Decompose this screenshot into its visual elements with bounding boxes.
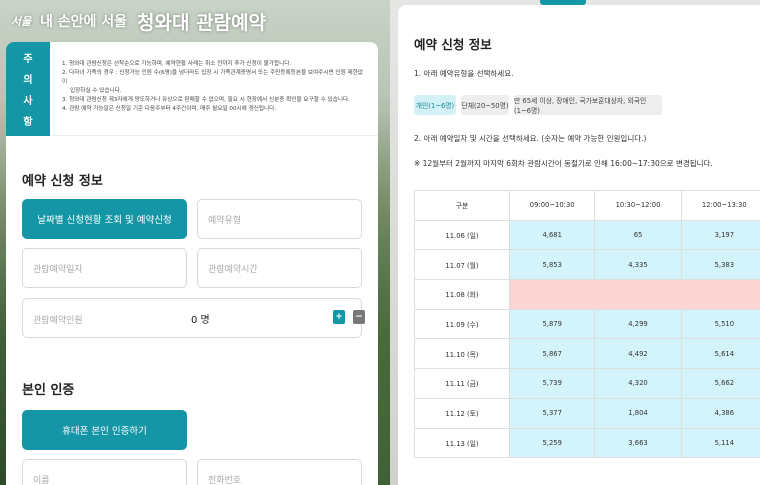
phone-number-field[interactable]: 전화번호: [197, 459, 362, 485]
schedule-lookup-button[interactable]: 날짜별 신청현황 조회 및 예약신청: [22, 199, 187, 239]
notice-item: 입장하실 수 있습니다.: [70, 87, 122, 94]
winter-notice: ※ 12월부터 2월까지 마지막 6회차 관람시간이 동절기로 인해 16:00…: [414, 159, 713, 168]
visit-time-field[interactable]: 관람예약시간: [197, 248, 362, 288]
availability-title: 예약 신청 정보: [414, 37, 492, 52]
decrease-count-button[interactable]: −: [353, 310, 365, 324]
type-individual-button[interactable]: 개인(1~6명): [414, 95, 456, 115]
notice-tab-char: 의: [23, 75, 33, 86]
step1-instruction: 1. 아래 예약유형을 선택하세요.: [414, 69, 514, 78]
availability-cell[interactable]: 65: [594, 219, 682, 251]
table-row: 11.13 (일) 5,259 3,663 5,114: [413, 427, 760, 459]
availability-cell[interactable]: 5,114: [680, 427, 760, 459]
site-header: 서울 내 손안에 서울 청와대 관람예약: [8, 6, 266, 36]
availability-cell[interactable]: 1,804: [594, 397, 682, 429]
auth-section-title: 본인 인증: [22, 383, 75, 398]
availability-cell[interactable]: 4,335: [594, 249, 682, 281]
page-title: 청와대 관람예약: [137, 11, 267, 34]
availability-cell[interactable]: 4,320: [594, 368, 682, 399]
notice-item: 4. 관람 예약 가능일은 신청일 기준 다음주부터 4주간이며, 매주 월요일…: [62, 105, 277, 112]
availability-cell[interactable]: 5,259: [509, 427, 596, 459]
visitor-count-row: 관람예약인원 0 명 + −: [22, 298, 365, 338]
visitor-count-label: 관람예약인원: [33, 316, 83, 326]
table-row: 11.07 (월) 5,853 4,335 5,383: [413, 249, 760, 281]
reservation-section-title: 예약 신청 정보: [22, 174, 103, 189]
row-date: 11.09 (수): [413, 308, 511, 340]
table-row: 11.06 (일) 4,681 65 3,197: [413, 219, 760, 251]
availability-card: 예약 신청 정보 1. 아래 예약유형을 선택하세요. 개인(1~6명) 단체(…: [398, 5, 760, 485]
availability-cell[interactable]: 5,510: [680, 308, 760, 340]
seoul-logo[interactable]: 서울 내 손안에 서울: [8, 11, 127, 31]
visitor-count-value: 0 명: [191, 315, 210, 326]
row-date: 11.13 (일): [413, 427, 511, 459]
header-date: 구분: [413, 190, 511, 221]
row-date: 11.12 (토): [413, 397, 511, 429]
availability-cell[interactable]: 4,681: [509, 219, 596, 251]
row-date: 11.11 (금): [413, 368, 511, 399]
notice-item: 2. 다자녀 가족의 경우 : 신청가능 인원 수(6명)을 넘더라도 입장 시…: [62, 70, 363, 85]
row-date: 11.07 (월): [413, 249, 511, 281]
seoul-logo-text: 내 손안에 서울: [40, 14, 128, 30]
availability-cell[interactable]: 4,299: [594, 308, 682, 340]
availability-cell[interactable]: 3,197: [680, 219, 760, 251]
availability-cell[interactable]: 5,614: [680, 338, 760, 370]
availability-cell[interactable]: 5,383: [680, 249, 760, 281]
availability-cell[interactable]: 5,853: [509, 249, 596, 281]
availability-cell[interactable]: 5,662: [680, 368, 760, 399]
header-slot: 10:30~12:00: [594, 190, 682, 221]
availability-cell[interactable]: 5,867: [509, 338, 596, 370]
increase-count-button[interactable]: +: [333, 310, 345, 324]
notice-item: 1. 청와대 관람신청은 선착순으로 가능하며, 예약현황 사례는 취소 전까지…: [62, 61, 292, 67]
closed-day-cell: [509, 279, 760, 310]
visit-date-field[interactable]: 관람예약일자: [22, 248, 187, 288]
availability-cell[interactable]: 4,492: [594, 338, 682, 370]
notice-tab: 주 의 사 항: [6, 42, 50, 136]
name-field[interactable]: 이름: [22, 459, 187, 485]
notice-tab-char: 주: [23, 54, 33, 65]
availability-table: 구분 09:00~10:30 10:30~12:00 12:00~13:30 1…: [413, 190, 760, 459]
row-date: 11.10 (목): [413, 338, 511, 370]
row-date: 11.08 (화): [413, 279, 511, 310]
table-header-row: 구분 09:00~10:30 10:30~12:00 12:00~13:30: [413, 190, 760, 221]
right-tab-indicator: [540, 0, 586, 5]
header-slot: 09:00~10:30: [509, 190, 596, 221]
availability-cell[interactable]: 3,663: [594, 427, 682, 459]
type-special-button[interactable]: 만 65세 이상, 장애인, 국가보훈대상자, 외국인(1~6명): [514, 95, 662, 115]
table-row: 11.10 (목) 5,867 4,492 5,614: [413, 338, 760, 370]
phone-auth-button[interactable]: 휴대폰 본인 인증하기: [22, 410, 187, 450]
notice-box: 주 의 사 항 1. 청와대 관람신청은 선착순으로 가능하며, 예약현황 사례…: [6, 42, 378, 136]
notice-tab-char: 사: [23, 96, 33, 107]
header-slot: 12:00~13:30: [680, 190, 760, 221]
row-date: 11.06 (일): [413, 219, 511, 251]
step2-instruction: 2. 아래 예약일자 및 시간을 선택하세요. (숫자는 예약 가능한 인원입니…: [414, 134, 647, 143]
reservation-form-card: 주 의 사 항 1. 청와대 관람신청은 선착순으로 가능하며, 예약현황 사례…: [6, 42, 378, 485]
notice-item: 3. 청와대 관람신청 제3자에게 양도하거나 유상으로 판매할 수 없으며, …: [62, 96, 350, 103]
notice-list: 1. 청와대 관람신청은 선착순으로 가능하며, 예약현황 사례는 취소 전까지…: [62, 60, 368, 114]
availability-cell[interactable]: 5,739: [509, 368, 596, 399]
table-row: 11.11 (금) 5,739 4,320 5,662: [413, 368, 760, 399]
availability-cell[interactable]: 5,879: [509, 308, 596, 340]
availability-cell[interactable]: 5,377: [509, 397, 596, 429]
seoul-logo-mark: 서울: [10, 15, 32, 28]
table-row: 11.08 (화): [413, 279, 760, 310]
notice-tab-char: 항: [23, 117, 33, 128]
table-row: 11.09 (수) 5,879 4,299 5,510: [413, 308, 760, 340]
availability-cell[interactable]: 4,386: [680, 397, 760, 429]
table-row: 11.12 (토) 5,377 1,804 4,386: [413, 397, 760, 429]
reservation-type-field[interactable]: 예약유형: [197, 199, 362, 239]
type-group-button[interactable]: 단체(20~50명): [461, 95, 509, 115]
